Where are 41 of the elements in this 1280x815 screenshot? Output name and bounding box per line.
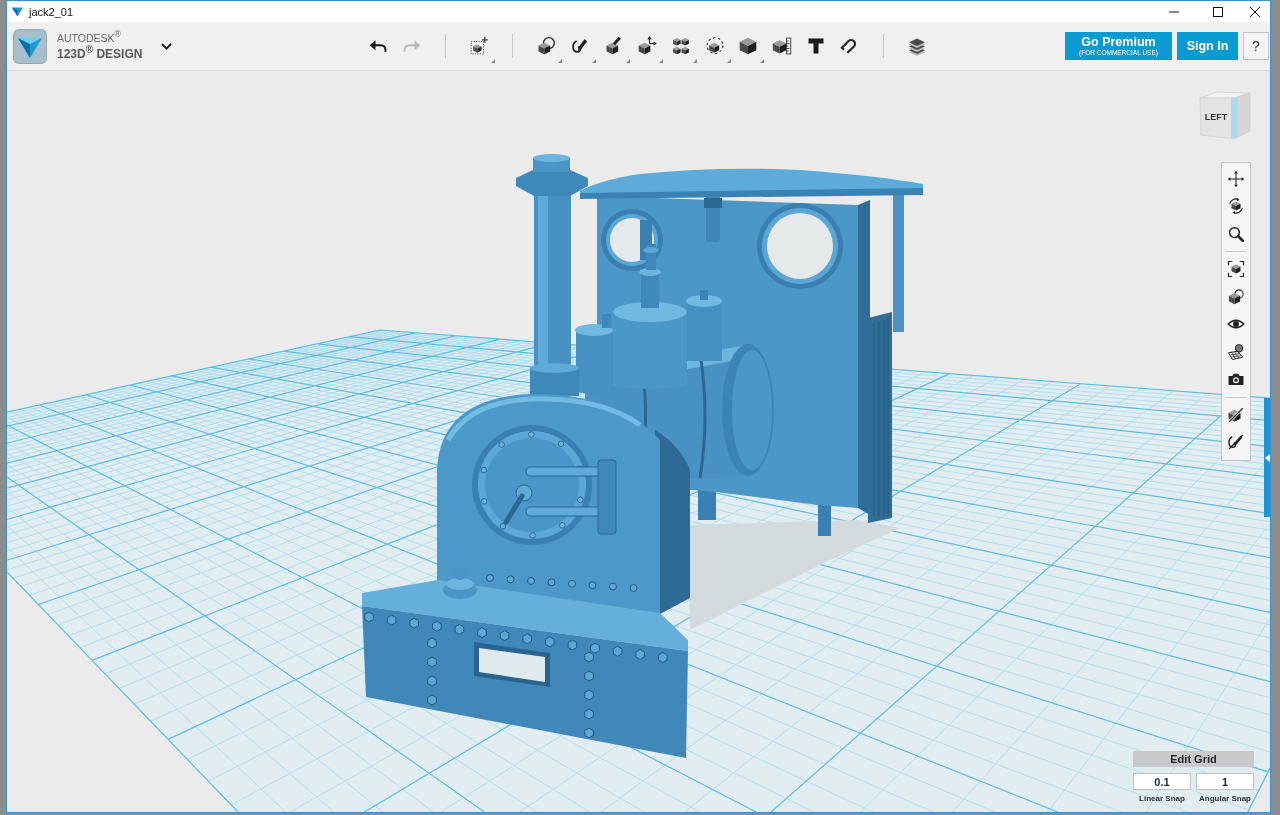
3d-viewport[interactable]: LEFT Edit Grid 0.1 1 Linear Snap Angular Snap: [7, 71, 1270, 812]
help-button[interactable]: ?: [1243, 32, 1269, 60]
arrow-left-icon: [1264, 453, 1270, 462]
cube-plus-icon: [468, 36, 489, 56]
app-logo-icon: [13, 28, 47, 64]
app-logo-icon: [12, 6, 23, 17]
panel-toggle-tab[interactable]: [1264, 398, 1270, 517]
caret-icon: [161, 42, 172, 50]
close-icon: [1250, 6, 1260, 17]
locomotive-model-drawing[interactable]: [362, 154, 923, 758]
field-label: Linear Snap: [1138, 794, 1186, 803]
dropdown-corner-icon: [591, 59, 596, 63]
window-title: jack2_01: [29, 5, 74, 18]
cube-ruler-icon: [772, 36, 793, 56]
snap-value-field[interactable]: 0.1: [1133, 773, 1191, 790]
dropdown-corner-icon: [726, 59, 731, 63]
maximize-icon: [1213, 6, 1223, 17]
dropdown-corner-icon: [659, 59, 664, 63]
app-menu-button[interactable]: AUTODESK$^{®}$ 123D$^{®}$ DESIGN: [13, 28, 175, 64]
dropdown-corner-icon: [760, 59, 765, 63]
dropdown-corner-icon: [692, 59, 697, 63]
dropdown-corner-icon: [490, 59, 495, 63]
cube-arrows-icon: [637, 36, 658, 56]
grid-pin-icon: [1227, 342, 1245, 361]
four-cubes-icon: [671, 36, 692, 56]
cube-circle-icon: [1227, 287, 1245, 306]
cube-brackets-icon: [1227, 260, 1245, 279]
magnifier-icon: [1227, 224, 1245, 243]
dropdown-corner-icon: [558, 59, 563, 63]
cube-circle-icon: [536, 36, 557, 56]
snap-value-field[interactable]: 1: [1196, 773, 1254, 790]
cube-slash-icon: [1227, 405, 1245, 424]
cube-dashed-ring-icon: [704, 36, 725, 56]
cube-icon: [738, 36, 759, 56]
edit-grid-button[interactable]: Edit Grid: [1133, 751, 1254, 767]
sketch-slash-icon: [1227, 433, 1245, 452]
four-way-arrows-icon: [1227, 169, 1245, 188]
cube-orbit-icon: [1227, 197, 1245, 216]
dropdown-corner-icon: [625, 59, 630, 63]
field-label: Angular Snap: [1198, 794, 1252, 803]
pencil-loop-icon: [569, 36, 590, 56]
